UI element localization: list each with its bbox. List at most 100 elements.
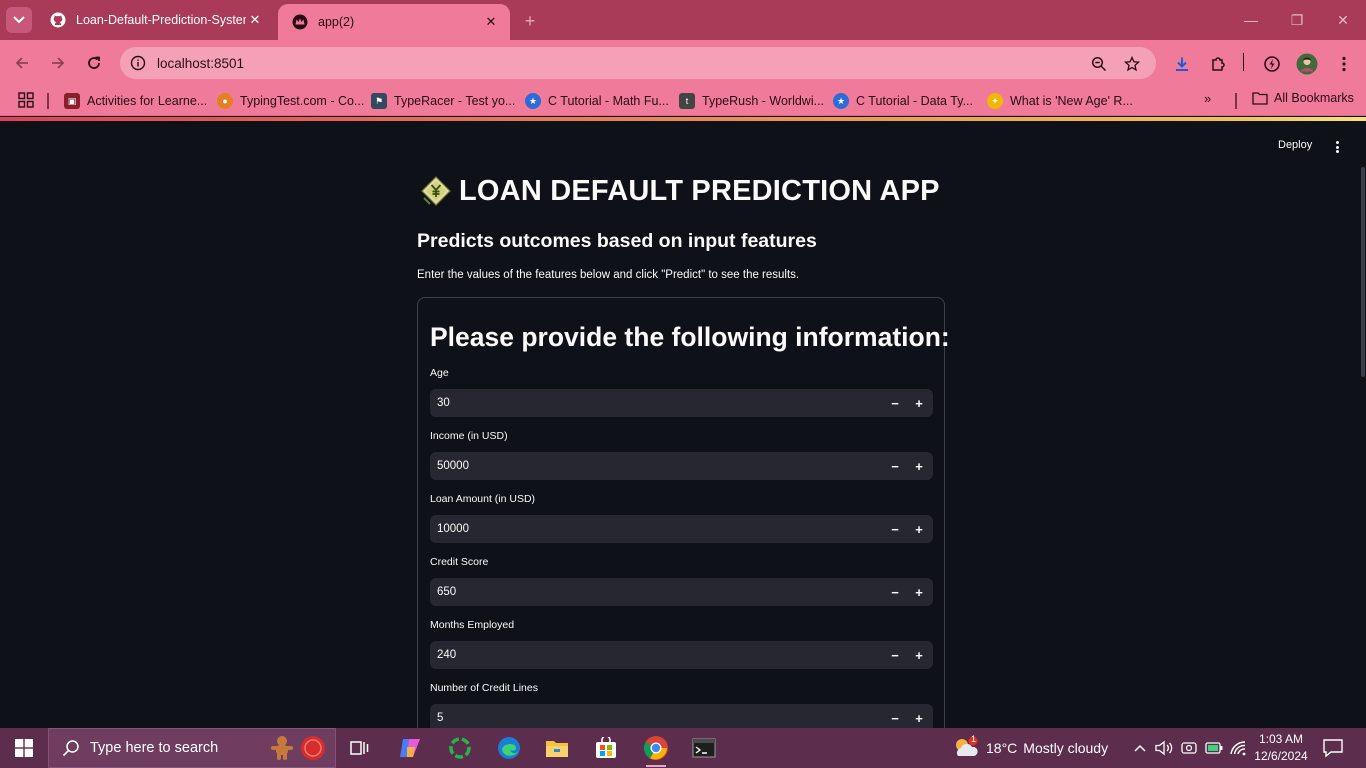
- notification-center-icon[interactable]: [1322, 738, 1344, 758]
- taskbar-app-chrome[interactable]: [632, 728, 680, 768]
- decrement-button[interactable]: −: [885, 393, 905, 413]
- volume-button[interactable]: [1155, 739, 1173, 757]
- credit-score-input[interactable]: [430, 586, 870, 598]
- taskbar-app-refresh[interactable]: [436, 728, 484, 768]
- decrement-button[interactable]: −: [885, 519, 905, 539]
- meet-now-button[interactable]: [1180, 739, 1198, 757]
- close-tab-icon[interactable]: ✕: [246, 11, 264, 29]
- wifi-icon: [1230, 741, 1246, 756]
- apps-grid-icon[interactable]: [18, 92, 34, 108]
- reload-button[interactable]: [82, 51, 106, 75]
- performance-button[interactable]: [1260, 52, 1284, 76]
- ornament-icon: [301, 736, 325, 760]
- zoom-icon[interactable]: [1088, 53, 1110, 75]
- months-employed-input[interactable]: [430, 649, 870, 661]
- increment-button[interactable]: +: [909, 393, 929, 413]
- reload-icon: [88, 56, 100, 69]
- page-subtitle: Predicts outcomes based on input feature…: [417, 230, 817, 252]
- back-button[interactable]: [10, 51, 34, 75]
- downloads-button[interactable]: [1170, 52, 1194, 76]
- battery-button[interactable]: [1205, 739, 1223, 757]
- profile-avatar[interactable]: [1295, 52, 1319, 76]
- browser-menu-button[interactable]: [1332, 52, 1356, 76]
- credit-lines-input[interactable]: [430, 712, 870, 724]
- vertical-dots-icon: [1342, 56, 1346, 72]
- close-window-button[interactable]: ✕: [1320, 8, 1366, 32]
- folder-icon: [1252, 92, 1268, 105]
- number-input: − +: [430, 515, 933, 543]
- bookmark-item[interactable]: ✦ What is 'New Age' R...: [987, 91, 1133, 111]
- crest-icon: ▣: [64, 93, 80, 109]
- tab-search-button[interactable]: [6, 7, 32, 33]
- decrement-button[interactable]: −: [885, 456, 905, 476]
- typingtest-icon: ●: [217, 93, 233, 109]
- search-icon: [62, 740, 79, 757]
- tab-app-active[interactable]: app(2) ✕: [278, 4, 510, 40]
- all-bookmarks-button[interactable]: All Bookmarks: [1252, 91, 1354, 105]
- site-info-icon[interactable]: [129, 54, 147, 72]
- increment-button[interactable]: +: [909, 519, 929, 539]
- accessibility-icon: ✦: [987, 93, 1003, 109]
- windows-logo-icon: [15, 739, 33, 757]
- search-placeholder: Type here to search: [90, 740, 219, 756]
- forward-button[interactable]: [46, 51, 70, 75]
- field-months-employed: Months Employed − +: [430, 619, 933, 669]
- tab-loan-default-github[interactable]: Loan-Default-Prediction-System ✕: [36, 0, 274, 40]
- field-label: Age: [430, 367, 449, 379]
- bookmark-item[interactable]: ● TypingTest.com - Co...: [217, 91, 364, 111]
- more-bookmarks-button[interactable]: »: [1204, 91, 1211, 106]
- start-button[interactable]: [0, 728, 48, 768]
- task-view-button[interactable]: [336, 728, 384, 768]
- deploy-button[interactable]: Deploy: [1278, 139, 1312, 151]
- copilot-button[interactable]: [386, 728, 434, 768]
- bookmark-item[interactable]: t TypeRush - Worldwi...: [679, 91, 824, 111]
- bookmark-star-icon[interactable]: [1121, 53, 1143, 75]
- show-hidden-icons-button[interactable]: [1131, 739, 1149, 757]
- decrement-button[interactable]: −: [885, 708, 905, 728]
- age-input[interactable]: [430, 397, 870, 409]
- taskbar-app-terminal[interactable]: [680, 728, 728, 768]
- camera-icon: [1181, 742, 1197, 754]
- bookmark-label: TypeRush - Worldwi...: [702, 94, 825, 108]
- bookmark-item[interactable]: ⚑ TypeRacer - Test yo...: [371, 91, 515, 111]
- wifi-button[interactable]: [1229, 739, 1247, 757]
- input-form: Please provide the following information…: [417, 297, 950, 737]
- minimize-window-button[interactable]: —: [1228, 8, 1274, 32]
- field-credit-score: Credit Score − +: [430, 556, 933, 606]
- new-tab-button[interactable]: +: [518, 9, 542, 33]
- number-input: − +: [430, 578, 933, 606]
- close-tab-icon[interactable]: ✕: [482, 13, 500, 31]
- restore-window-button[interactable]: ❐: [1274, 8, 1320, 32]
- system-clock[interactable]: 1:03 AM 12/6/2024: [1254, 731, 1308, 765]
- increment-button[interactable]: +: [909, 708, 929, 728]
- loan-amount-input[interactable]: [430, 523, 870, 535]
- download-icon: [1176, 57, 1188, 71]
- taskbar-app-file-explorer[interactable]: [533, 728, 581, 768]
- taskbar-app-edge[interactable]: [485, 728, 533, 768]
- increment-button[interactable]: +: [909, 645, 929, 665]
- page-scrollbar[interactable]: [1361, 167, 1365, 377]
- bookmark-item[interactable]: ▣ Activities for Learne...: [64, 91, 207, 111]
- yen-diamond-icon: [421, 176, 451, 206]
- decrement-button[interactable]: −: [885, 582, 905, 602]
- address-bar[interactable]: localhost:8501: [120, 47, 1156, 79]
- browser-toolbar: localhost:8501: [0, 40, 1366, 86]
- bookmark-item[interactable]: ★ C Tutorial - Math Fu...: [525, 91, 669, 111]
- extensions-button[interactable]: [1206, 52, 1230, 76]
- main-menu-button[interactable]: [1330, 139, 1344, 155]
- increment-button[interactable]: +: [909, 582, 929, 602]
- bookmark-item[interactable]: ★ C Tutorial - Data Ty...: [833, 91, 973, 111]
- weather-widget[interactable]: 1 18°C Mostly cloudy: [952, 728, 1108, 768]
- decrement-button[interactable]: −: [885, 645, 905, 665]
- star-badge-icon: ★: [525, 93, 541, 109]
- increment-button[interactable]: +: [909, 456, 929, 476]
- bookmarks-bar: ▣ Activities for Learne... ● TypingTest.…: [0, 86, 1366, 116]
- task-view-icon: [350, 741, 369, 755]
- taskbar-search-box[interactable]: Type here to search: [48, 728, 336, 768]
- edge-icon: [498, 737, 520, 759]
- number-input: − +: [430, 452, 933, 480]
- streamlit-crown-icon: [292, 14, 308, 30]
- taskbar-app-store[interactable]: [582, 728, 630, 768]
- github-icon: [50, 12, 66, 28]
- income-input[interactable]: [430, 460, 870, 472]
